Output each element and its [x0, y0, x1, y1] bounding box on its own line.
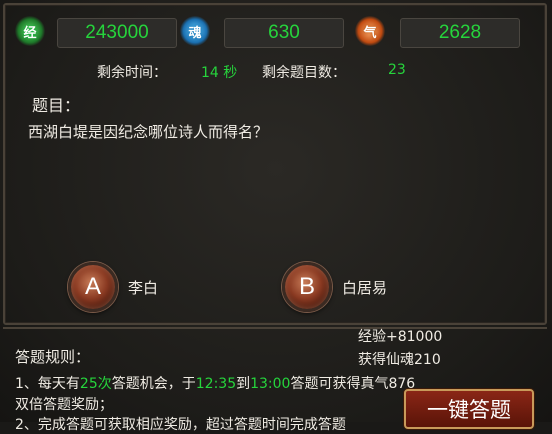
exp-gem-icon: 经	[15, 16, 45, 46]
rules-text: 答题可获得真气876	[290, 376, 416, 392]
questions-remaining-value: 23	[388, 62, 406, 78]
rules-title: 答题规则：	[15, 348, 91, 366]
time-remaining-label: 剩余时间：	[97, 65, 167, 81]
option-b-text: 白居易	[342, 278, 388, 297]
option-a[interactable]: A 李白	[68, 262, 158, 312]
soul-value: 630	[224, 18, 344, 48]
rules-line-2: 双倍答题奖励；	[15, 397, 113, 413]
rules-line-3: 2、完成答题可获取相应奖励，超过答题时间完成答题	[15, 417, 346, 433]
rules-highlight: 12:35	[195, 376, 237, 392]
reward-exp: 经验+81000	[358, 329, 443, 345]
option-a-text: 李白	[128, 278, 159, 297]
exp-value: 243000	[57, 18, 177, 48]
option-b-button[interactable]: B	[282, 262, 332, 312]
questions-remaining-label: 剩余题目数：	[262, 65, 346, 81]
reward-soul: 获得仙魂210	[358, 352, 441, 368]
qi-value: 2628	[400, 18, 520, 48]
rules-highlight: 25次	[79, 376, 112, 392]
qi-gem-icon: 气	[355, 16, 385, 46]
rules-text: 到	[236, 376, 251, 392]
time-remaining-value: 14 秒	[201, 65, 238, 81]
soul-gem-icon: 魂	[180, 16, 210, 46]
rules-line-1: 1、每天有25次答题机会，于12:35到13:00答题可获得真气876	[15, 373, 415, 393]
rules-text: 答题机会，于	[111, 376, 196, 392]
option-a-button[interactable]: A	[68, 262, 118, 312]
question-label: 题目：	[32, 96, 81, 115]
rules-text: 1、每天有	[15, 376, 80, 392]
one-key-answer-button[interactable]: 一键答题	[404, 389, 534, 429]
rules-highlight: 13:00	[250, 376, 291, 392]
option-b[interactable]: B 白居易	[282, 262, 387, 312]
question-text: 西湖白堤是因纪念哪位诗人而得名？	[28, 123, 269, 141]
